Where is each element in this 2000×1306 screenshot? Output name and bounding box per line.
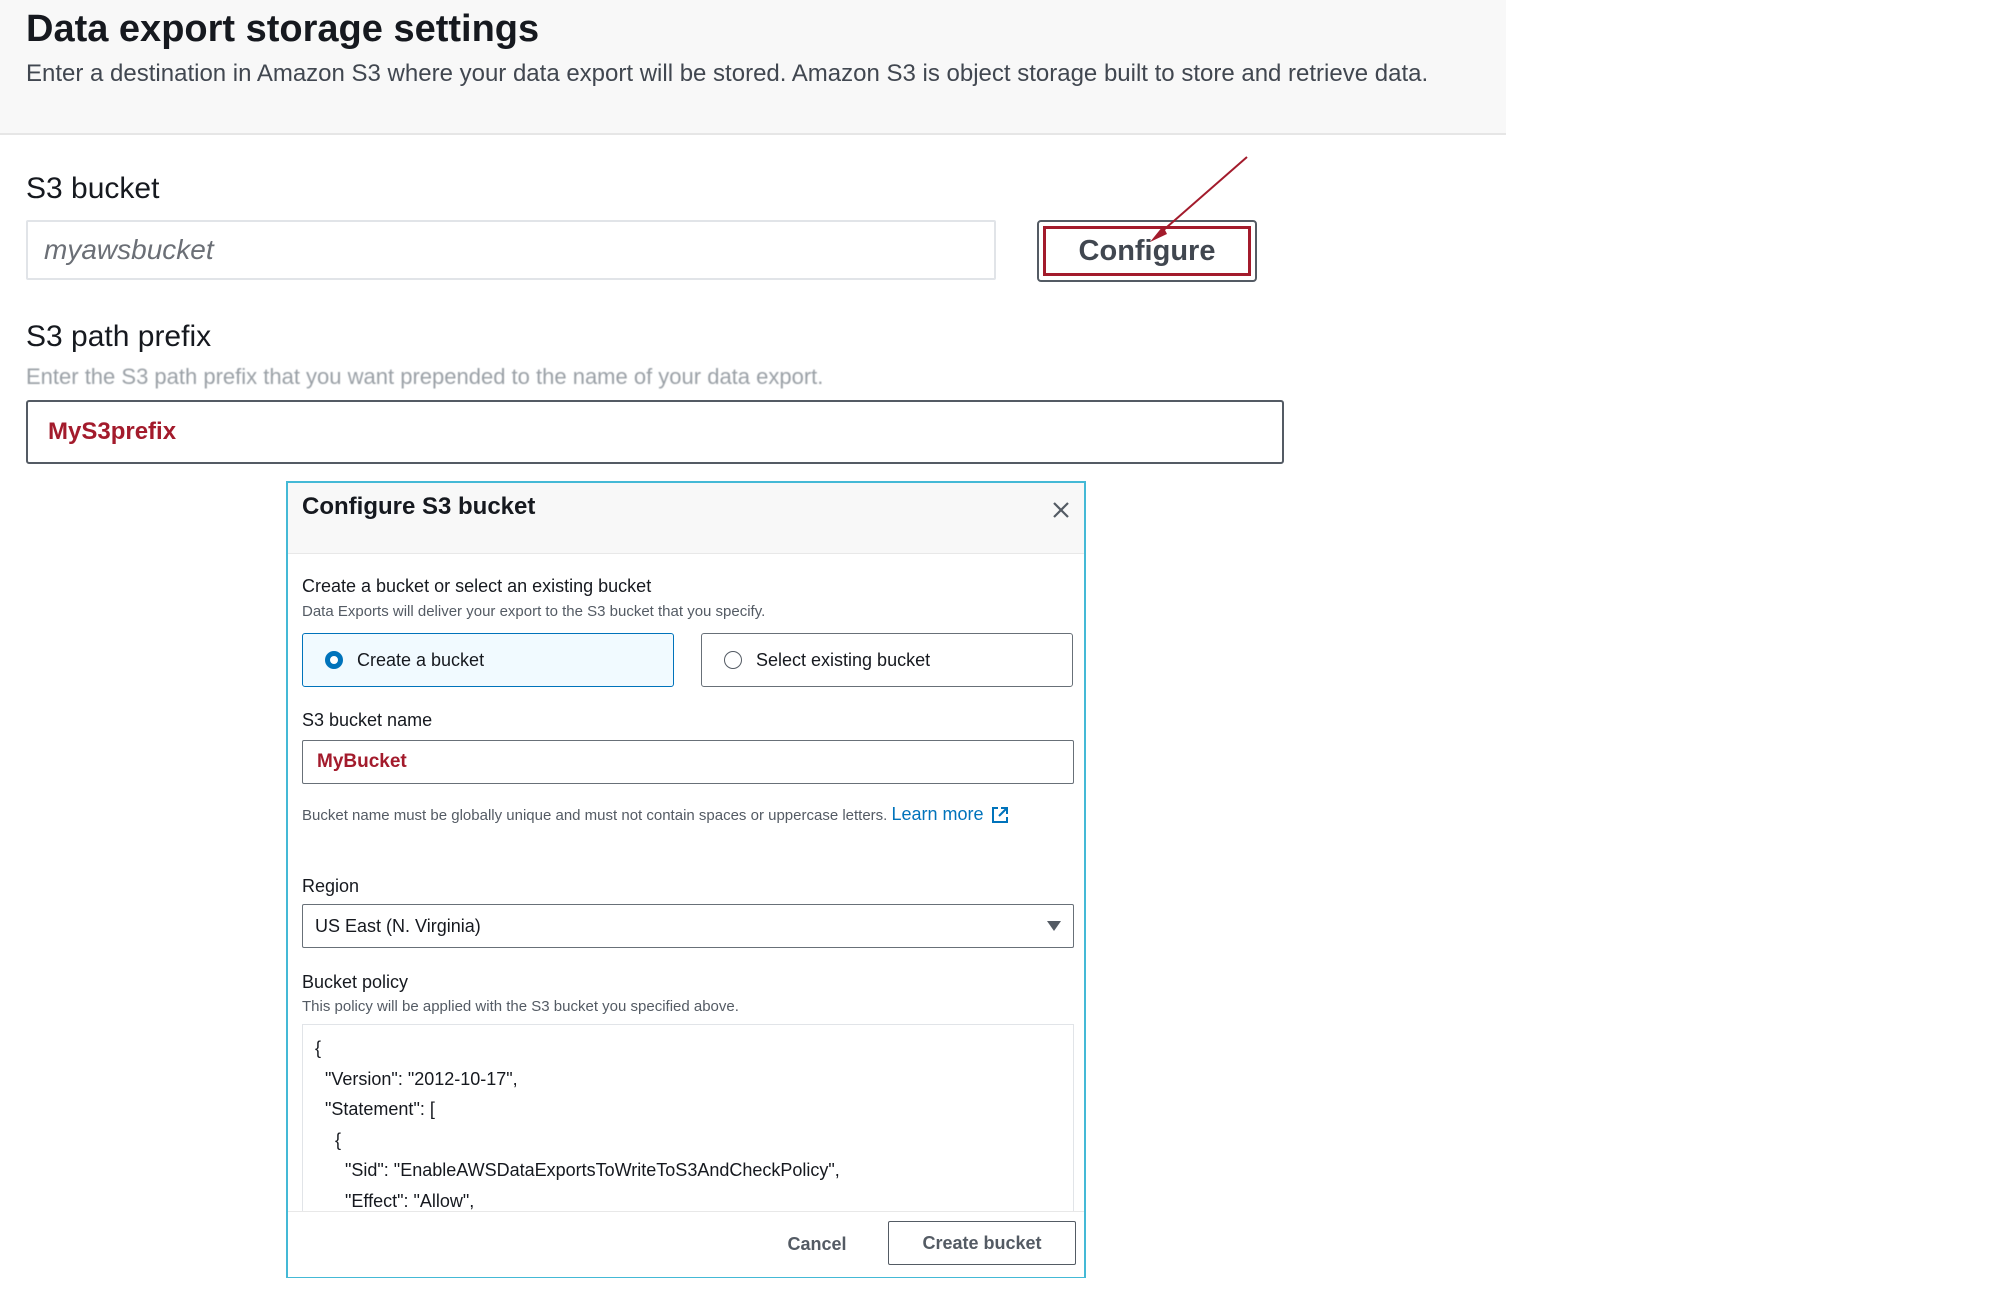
s3-bucket-input[interactable] (26, 220, 996, 280)
s3-prefix-label: S3 path prefix (26, 320, 212, 353)
region-value: US East (N. Virginia) (315, 915, 481, 936)
close-button[interactable] (1046, 495, 1076, 525)
close-icon (1053, 502, 1069, 518)
radio-existing-label: Select existing bucket (756, 649, 931, 670)
bucket-choice-label: Create a bucket or select an existing bu… (302, 576, 652, 596)
bucket-name-hint: Bucket name must be globally unique and … (302, 799, 1062, 831)
radio-selected-icon (325, 651, 343, 669)
policy-line: { (315, 1129, 342, 1150)
radio-select-existing-bucket[interactable]: Select existing bucket (701, 633, 1073, 687)
bucket-name-label: S3 bucket name (302, 710, 433, 730)
bucket-choice-hint: Data Exports will deliver your export to… (302, 603, 766, 620)
bucket-name-hint-text: Bucket name must be globally unique and … (302, 807, 888, 824)
caret-down-icon (1047, 921, 1061, 931)
page-title: Data export storage settings (26, 8, 540, 50)
page-description: Enter a destination in Amazon S3 where y… (26, 60, 1429, 87)
modal-title: Configure S3 bucket (302, 493, 536, 520)
s3-bucket-label: S3 bucket (26, 172, 160, 205)
s3-prefix-input[interactable] (26, 400, 1284, 464)
radio-unselected-icon (724, 651, 742, 669)
bucket-policy-hint: This policy will be applied with the S3 … (302, 998, 739, 1015)
bucket-name-input[interactable] (302, 740, 1074, 784)
policy-line: "Statement": [ (315, 1099, 435, 1119)
bucket-policy-label: Bucket policy (302, 972, 409, 992)
cancel-button[interactable]: Cancel (768, 1228, 866, 1260)
configure-s3-bucket-modal: Configure S3 bucket Create a bucket or s… (286, 481, 1086, 1278)
modal-footer: Cancel Create bucket (288, 1211, 1084, 1277)
create-bucket-button[interactable]: Create bucket (888, 1221, 1076, 1265)
learn-more-link[interactable]: Learn more (892, 804, 1010, 824)
region-label: Region (302, 876, 360, 896)
policy-line: "Sid": "EnableAWSDataExportsToWriteToS3A… (315, 1160, 840, 1180)
policy-line: "Effect": "Allow", (315, 1190, 475, 1211)
radio-create-bucket[interactable]: Create a bucket (302, 633, 674, 687)
bucket-policy-editor[interactable]: { "Version": "2012-10-17", "Statement": … (302, 1024, 1074, 1211)
configure-button[interactable]: Configure (1037, 220, 1257, 282)
external-link-icon (991, 807, 1008, 824)
region-select[interactable]: US East (N. Virginia) (302, 904, 1074, 948)
radio-create-label: Create a bucket (357, 649, 485, 670)
learn-more-text: Learn more (891, 804, 984, 824)
modal-header: Configure S3 bucket (288, 483, 1084, 554)
s3-prefix-description: Enter the S3 path prefix that you want p… (26, 364, 824, 389)
policy-line: "Version": "2012-10-17", (315, 1068, 518, 1089)
policy-line: { (315, 1038, 322, 1058)
configure-button-label: Configure (1043, 226, 1251, 276)
